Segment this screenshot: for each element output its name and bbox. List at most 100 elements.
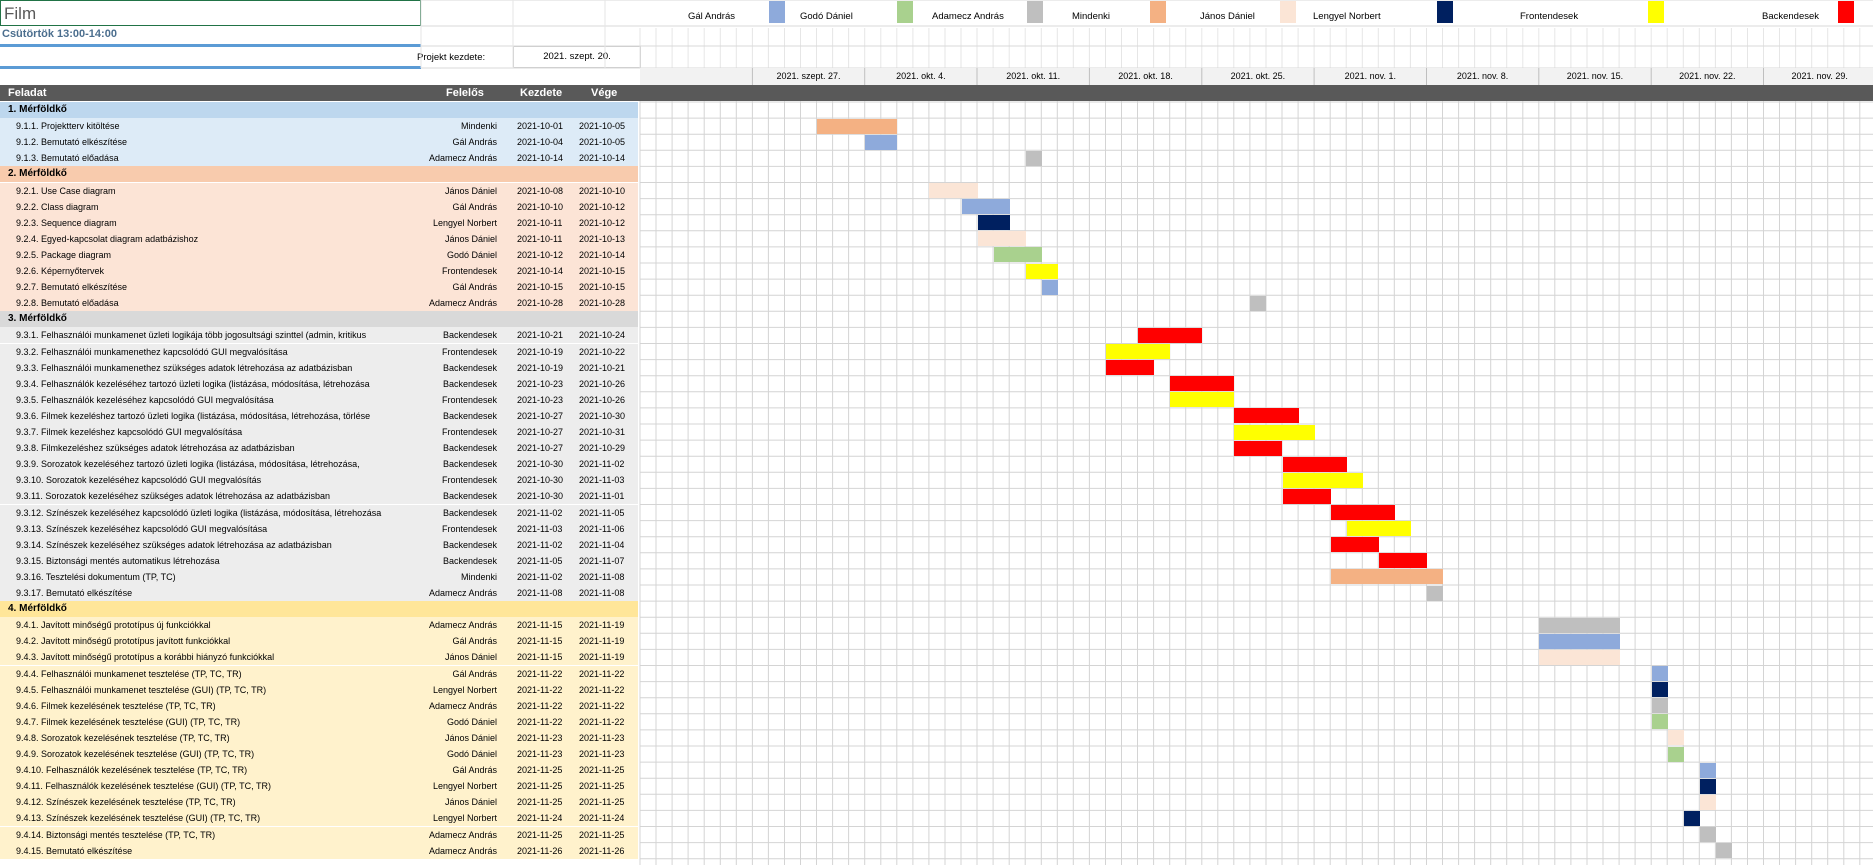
task-row[interactable]: 9.4.11. Felhasználók kezelésének tesztel… xyxy=(0,778,638,795)
gantt-bar[interactable] xyxy=(977,215,1010,231)
task-row[interactable]: 9.4.5. Felhasználói munkamenet tesztelés… xyxy=(0,681,638,698)
gantt-bar[interactable] xyxy=(1330,537,1379,553)
header-end: Vége xyxy=(591,87,618,99)
task-row[interactable]: 9.2.8. Bemutató előadása Adamecz András 20… xyxy=(0,295,638,312)
gantt-bar[interactable] xyxy=(1539,649,1620,665)
gantt-bar[interactable] xyxy=(1539,633,1620,649)
owner-cell: Gál András xyxy=(452,137,497,148)
gantt-bar[interactable] xyxy=(1025,150,1042,166)
end-date-cell: 2021-11-23 xyxy=(579,732,625,743)
gantt-bar[interactable] xyxy=(1282,488,1331,504)
task-label: 9.2.8. Bemutató előadása xyxy=(16,298,119,309)
task-row[interactable]: 9.4.9. Sorozatok kezelésének tesztelése … xyxy=(0,746,638,762)
task-row[interactable]: 9.4.6. Filmek kezelésének tesztelése (TP… xyxy=(0,697,638,714)
gantt-bar[interactable] xyxy=(1170,392,1235,408)
milestone-row[interactable]: 3. Mérföldkő xyxy=(0,311,638,328)
gantt-bar[interactable] xyxy=(961,199,1010,215)
start-date-cell: 2021-10-27 xyxy=(517,443,564,454)
gantt-bar[interactable] xyxy=(1234,408,1299,424)
start-date-cell: 2021-10-30 xyxy=(517,475,564,486)
gantt-bar[interactable] xyxy=(1699,827,1716,842)
task-row[interactable]: 9.3.7. Filmek kezeléshez kapcsolódó GUI … xyxy=(0,424,638,440)
task-row[interactable]: 9.3.9. Sorozatok kezeléséhez tartozó üzl… xyxy=(0,456,638,473)
gantt-bar[interactable] xyxy=(1426,585,1443,601)
task-row[interactable]: 9.4.4. Felhasználói munkamenet tesztelés… xyxy=(0,665,638,682)
milestone-row[interactable]: 4. Mérföldkő xyxy=(0,601,638,618)
milestone-row[interactable]: 2. Mérföldkő xyxy=(0,166,638,183)
gantt-bar[interactable] xyxy=(1539,617,1620,633)
gantt-bar[interactable] xyxy=(865,134,898,150)
gantt-bar[interactable] xyxy=(1234,440,1283,456)
task-row[interactable]: 9.3.14. Színészek kezeléséhez szükséges … xyxy=(0,536,638,553)
task-row[interactable]: 9.4.2. Javított minőségű prototípus javí… xyxy=(0,633,638,650)
task-row[interactable]: 9.2.7. Bemutató elkészítése Gál András 202… xyxy=(0,279,638,296)
gantt-bar[interactable] xyxy=(1667,730,1684,746)
gantt-bar[interactable] xyxy=(1234,424,1315,440)
task-row[interactable]: 9.2.6. Képernyőtervek Frontendesek 2021-10… xyxy=(0,263,638,279)
task-row[interactable]: 9.2.1. Use Case diagram János Dániel 2021-… xyxy=(0,182,638,199)
task-row[interactable]: 9.1.1. Projektterv kitöltése Mindenki 2021… xyxy=(0,118,638,135)
gantt-bar[interactable] xyxy=(1699,778,1716,794)
task-row[interactable]: 9.4.1. Javított minőségű prototípus új f… xyxy=(0,617,638,634)
milestone-row[interactable]: 1. Mérföldkő xyxy=(0,102,638,118)
gantt-bar[interactable] xyxy=(929,183,978,198)
task-row[interactable]: 9.3.17. Bemutató elkészítése Adamecz Andr… xyxy=(0,585,638,601)
gantt-bar[interactable] xyxy=(1651,698,1668,714)
task-row[interactable]: 9.4.10. Felhasználók kezelésének tesztel… xyxy=(0,762,638,779)
task-row[interactable]: 9.1.2. Bemutató elkészítése Gál András 202… xyxy=(0,134,638,151)
gantt-bar[interactable] xyxy=(1282,456,1347,472)
gantt-bar[interactable] xyxy=(1025,263,1058,279)
task-row[interactable]: 9.3.8. Filmkezeléshez szükséges adatok l… xyxy=(0,440,638,457)
task-row[interactable]: 9.3.15. Biztonsági mentés automatikus lé… xyxy=(0,552,638,569)
task-row[interactable]: 9.2.5. Package diagram Godó Dániel 2021-10… xyxy=(0,246,638,263)
task-row[interactable]: 9.4.15. Bemutató elkészítése Adamecz Andr… xyxy=(0,842,638,859)
task-row[interactable]: 9.3.1. Felhasználói munkamenet üzleti lo… xyxy=(0,327,638,344)
gantt-bar[interactable] xyxy=(1699,794,1716,810)
gantt-bar[interactable] xyxy=(1138,327,1203,343)
gantt-bar[interactable] xyxy=(1041,279,1058,295)
gantt-bar[interactable] xyxy=(1250,295,1267,311)
gantt-bar[interactable] xyxy=(1170,376,1235,392)
owner-cell: Frontendesek xyxy=(441,266,497,276)
gantt-bar[interactable] xyxy=(1105,344,1171,359)
task-row[interactable]: 9.3.13. Színészek kezeléséhez kapcsolódó… xyxy=(0,520,638,537)
task-row[interactable]: 9.4.13. Színészek kezelésének tesztelése… xyxy=(0,810,638,827)
task-row[interactable]: 9.3.2. Felhasználói munkamenethez kapcso… xyxy=(0,343,638,360)
gantt-bar[interactable] xyxy=(1715,843,1732,859)
task-row[interactable]: 9.4.8. Sorozatok kezelésének tesztelése … xyxy=(0,729,638,746)
gantt-bar[interactable] xyxy=(1699,762,1716,778)
gantt-bar[interactable] xyxy=(1378,553,1427,569)
task-row[interactable]: 9.3.16. Tesztelési dokumentum (TP, TC) Mi… xyxy=(0,568,638,585)
task-row[interactable]: 9.3.10. Sorozatok kezeléséhez kapcsolódó… xyxy=(0,472,638,489)
gantt-bar[interactable] xyxy=(1105,360,1155,376)
task-row[interactable]: 9.4.12. Színészek kezelésének tesztelése… xyxy=(0,794,638,811)
gantt-bar[interactable] xyxy=(1651,714,1668,730)
task-row[interactable]: 9.3.11. Sorozatok kezeléséhez szükséges … xyxy=(0,488,638,505)
gantt-bar[interactable] xyxy=(817,118,898,134)
task-row[interactable]: 9.4.14. Biztonsági mentés tesztelése (TP… xyxy=(0,826,638,843)
task-row[interactable]: 9.2.3. Sequence diagram Lengyel Norbert 20… xyxy=(0,214,638,231)
gantt-bar[interactable] xyxy=(1667,746,1684,762)
task-row[interactable]: 9.4.3. Javított minőségű prototípus a ko… xyxy=(0,649,638,666)
gantt-bar[interactable] xyxy=(1282,472,1363,488)
table-header: Feladat Felelős Kezdete Vége xyxy=(0,85,638,101)
gantt-bar[interactable] xyxy=(1651,666,1668,681)
start-date-cell: 2021-10-14 xyxy=(517,266,564,276)
task-row[interactable]: 9.2.2. Class diagram Gál András 2021-10-10… xyxy=(0,198,638,215)
task-row[interactable]: 9.3.6. Filmek kezeléshez tartozó üzleti … xyxy=(0,407,638,424)
task-row[interactable]: 9.3.5. Felhasználók kezeléséhez kapcsoló… xyxy=(0,391,638,408)
gantt-bar[interactable] xyxy=(1651,682,1668,698)
task-row[interactable]: 9.1.3. Bemutató előadása Adamecz András 20… xyxy=(0,150,638,167)
task-row[interactable]: 9.2.4. Egyed-kapcsolat diagram adatbázis… xyxy=(0,230,638,247)
task-row[interactable]: 9.3.4. Felhasználók kezeléséhez tartozó … xyxy=(0,375,638,392)
gantt-bar[interactable] xyxy=(1330,569,1443,585)
gantt-bar[interactable] xyxy=(1683,810,1700,826)
task-row[interactable]: 9.3.3. Felhasználói munkamenethez szüksé… xyxy=(0,359,638,376)
task-row[interactable]: 9.4.7. Filmek kezelésének tesztelése (GU… xyxy=(0,713,638,730)
gantt-bar[interactable] xyxy=(993,247,1042,263)
task-row[interactable]: 9.3.12. Színészek kezeléséhez kapcsolódó… xyxy=(0,504,638,521)
gantt-bar[interactable] xyxy=(977,231,1026,247)
task-label: 9.4.6. Filmek kezelésének tesztelése (TP… xyxy=(16,700,216,711)
gantt-bar[interactable] xyxy=(1330,505,1395,520)
gantt-bar[interactable] xyxy=(1346,521,1411,537)
